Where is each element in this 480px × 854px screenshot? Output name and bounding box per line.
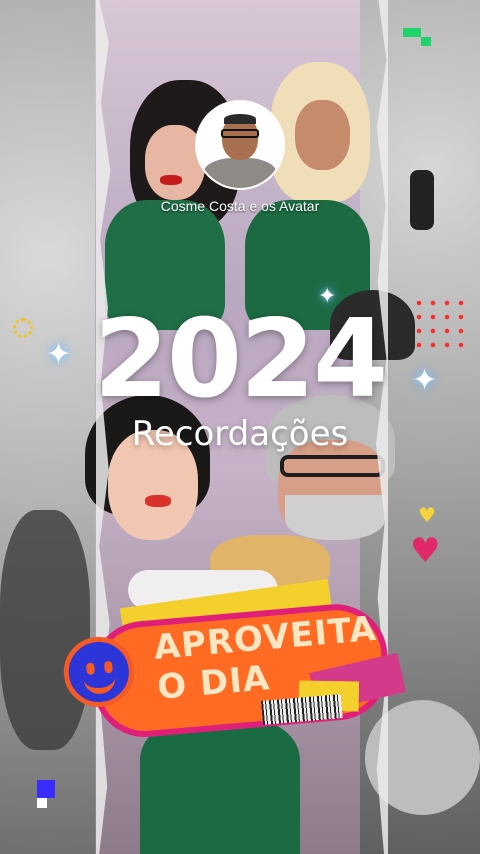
year-title: 2024 <box>93 297 389 422</box>
avatar-outfit-green-3 <box>140 720 300 854</box>
avatar-body <box>203 158 277 188</box>
avatar-figure-left <box>0 510 90 750</box>
memories-subtitle: Recordações <box>131 414 349 454</box>
memories-story-screen: ✦ ✦ ✦ ♥ ♥ Cosme Costa e os Avatar 2024 R… <box>0 0 480 854</box>
avatar-lips-3 <box>145 495 171 507</box>
profile-name[interactable]: Cosme Costa e os Avatar <box>161 198 319 214</box>
pixel-deco-green-icon <box>421 37 431 46</box>
avatar[interactable] <box>197 102 283 188</box>
pixel-deco-green-icon <box>403 28 421 37</box>
avatar-glasses <box>280 455 385 477</box>
heart-icon: ♥ <box>418 503 436 527</box>
avatar-beard <box>285 495 385 540</box>
pixel-deco-blue-icon <box>37 780 55 798</box>
heart-icon: ♥ <box>410 531 441 571</box>
profile-header[interactable]: Cosme Costa e os Avatar <box>0 102 480 214</box>
aproveita-o-dia-sticker: APROVEITA O DIA <box>60 579 407 746</box>
pixel-deco-white-icon <box>37 798 47 808</box>
avatar-glasses-icon <box>221 129 259 138</box>
avatar-hair <box>224 114 256 124</box>
